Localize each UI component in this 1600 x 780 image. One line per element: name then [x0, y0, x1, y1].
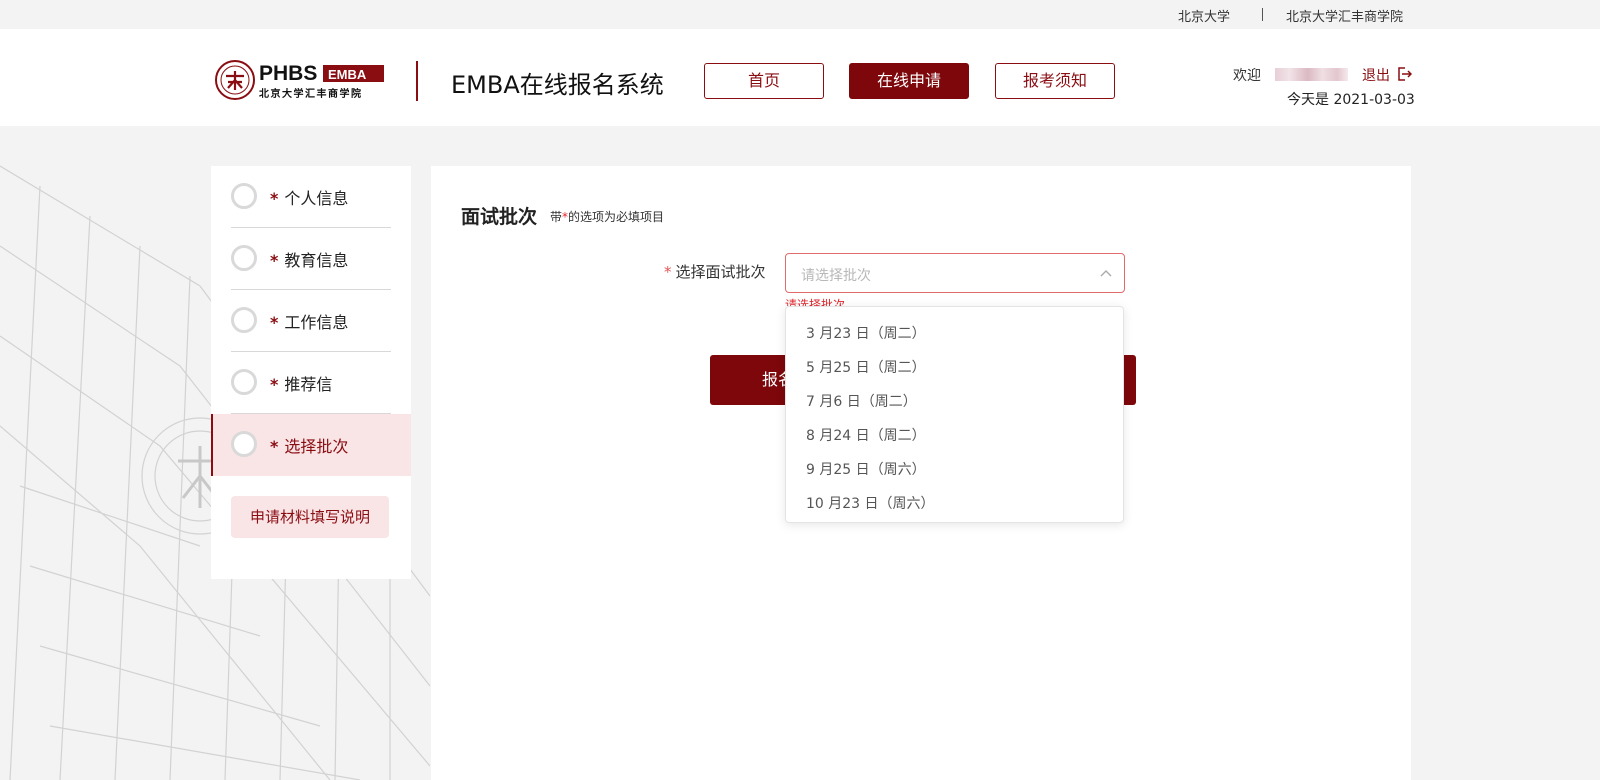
step-personal-info[interactable]: * 个人信息	[211, 166, 411, 228]
nav-home[interactable]: 首页	[704, 63, 824, 99]
logo-divider	[416, 61, 418, 101]
batch-dropdown-menu: 3 月23 日（周二） 5 月25 日（周二） 7 月6 日（周二） 8 月24…	[785, 306, 1124, 523]
hint-suffix: 的选项为必填项目	[568, 210, 665, 224]
chevron-up-icon	[1100, 270, 1112, 277]
interview-batch-select[interactable]: 请选择批次	[785, 253, 1125, 293]
field-label-text: 选择面试批次	[675, 263, 766, 281]
step-select-batch[interactable]: * 选择批次	[211, 414, 411, 476]
logout-icon[interactable]	[1396, 66, 1412, 82]
step-label: 工作信息	[284, 313, 349, 332]
step-label: 推荐信	[284, 375, 333, 394]
section-title: 面试批次	[461, 206, 538, 228]
required-star: *	[270, 437, 279, 456]
batch-option[interactable]: 9 月25 日（周六）	[786, 453, 1123, 487]
circle-icon	[231, 369, 257, 395]
user-name-blurred	[1275, 68, 1348, 81]
batch-option[interactable]: 8 月24 日（周二）	[786, 419, 1123, 453]
logout-link[interactable]: 退出	[1362, 65, 1390, 85]
required-star: *	[270, 375, 279, 394]
logo-badge: EMBA	[328, 67, 367, 82]
required-hint: 带*的选项为必填项目	[550, 208, 664, 225]
circle-icon	[231, 307, 257, 333]
required-star: *	[270, 313, 279, 332]
step-label: 选择批次	[284, 437, 349, 456]
pku-seal-icon	[215, 60, 255, 100]
step-label: 个人信息	[284, 189, 349, 208]
topbar-separator	[1262, 8, 1263, 21]
nav-online-apply[interactable]: 在线申请	[849, 63, 969, 99]
interview-batch-label: * 选择面试批次	[664, 261, 766, 282]
step-education-info[interactable]: * 教育信息	[211, 228, 411, 290]
step-work-info[interactable]: * 工作信息	[211, 290, 411, 352]
welcome-text: 欢迎	[1233, 68, 1261, 84]
nav-exam-notice[interactable]: 报考须知	[995, 63, 1115, 99]
system-title: EMBA在线报名系统	[451, 71, 664, 99]
batch-option[interactable]: 10 月23 日（周六）	[786, 487, 1123, 521]
circle-icon	[231, 245, 257, 271]
required-star: *	[270, 251, 279, 270]
batch-option[interactable]: 3 月23 日（周二）	[786, 317, 1123, 351]
required-star: *	[664, 263, 672, 281]
hint-prefix: 带	[550, 210, 563, 224]
select-placeholder: 请选择批次	[801, 268, 871, 284]
logo-text: PHBS	[259, 62, 317, 85]
required-star: *	[270, 189, 279, 208]
today-date: 今天是 2021-03-03	[1287, 92, 1415, 108]
batch-option[interactable]: 5 月25 日（周二）	[786, 351, 1123, 385]
link-pku[interactable]: 北京大学	[1178, 6, 1230, 25]
link-phbs[interactable]: 北京大学汇丰商学院	[1286, 6, 1403, 25]
header: PHBS EMBA 北京大学汇丰商学院 EMBA在线报名系统 首页 在线申请 报…	[0, 29, 1600, 126]
step-label: 教育信息	[284, 251, 349, 270]
batch-option[interactable]: 7 月6 日（周二）	[786, 385, 1123, 419]
circle-icon	[231, 431, 257, 457]
phbs-logo[interactable]: PHBS EMBA 北京大学汇丰商学院	[215, 60, 385, 102]
step-recommendation[interactable]: * 推荐信	[211, 352, 411, 414]
logo-subtitle: 北京大学汇丰商学院	[259, 87, 363, 100]
validation-error: 请选择批次	[785, 298, 846, 306]
application-guide-button[interactable]: 申请材料填写说明	[231, 496, 389, 538]
top-utility-bar: 北京大学 北京大学汇丰商学院	[0, 0, 1600, 29]
step-sidebar: * 个人信息 * 教育信息 * 工作信息 * 推荐信 * 选择批次 申请材料填写说明	[211, 166, 411, 579]
circle-icon	[231, 183, 257, 209]
